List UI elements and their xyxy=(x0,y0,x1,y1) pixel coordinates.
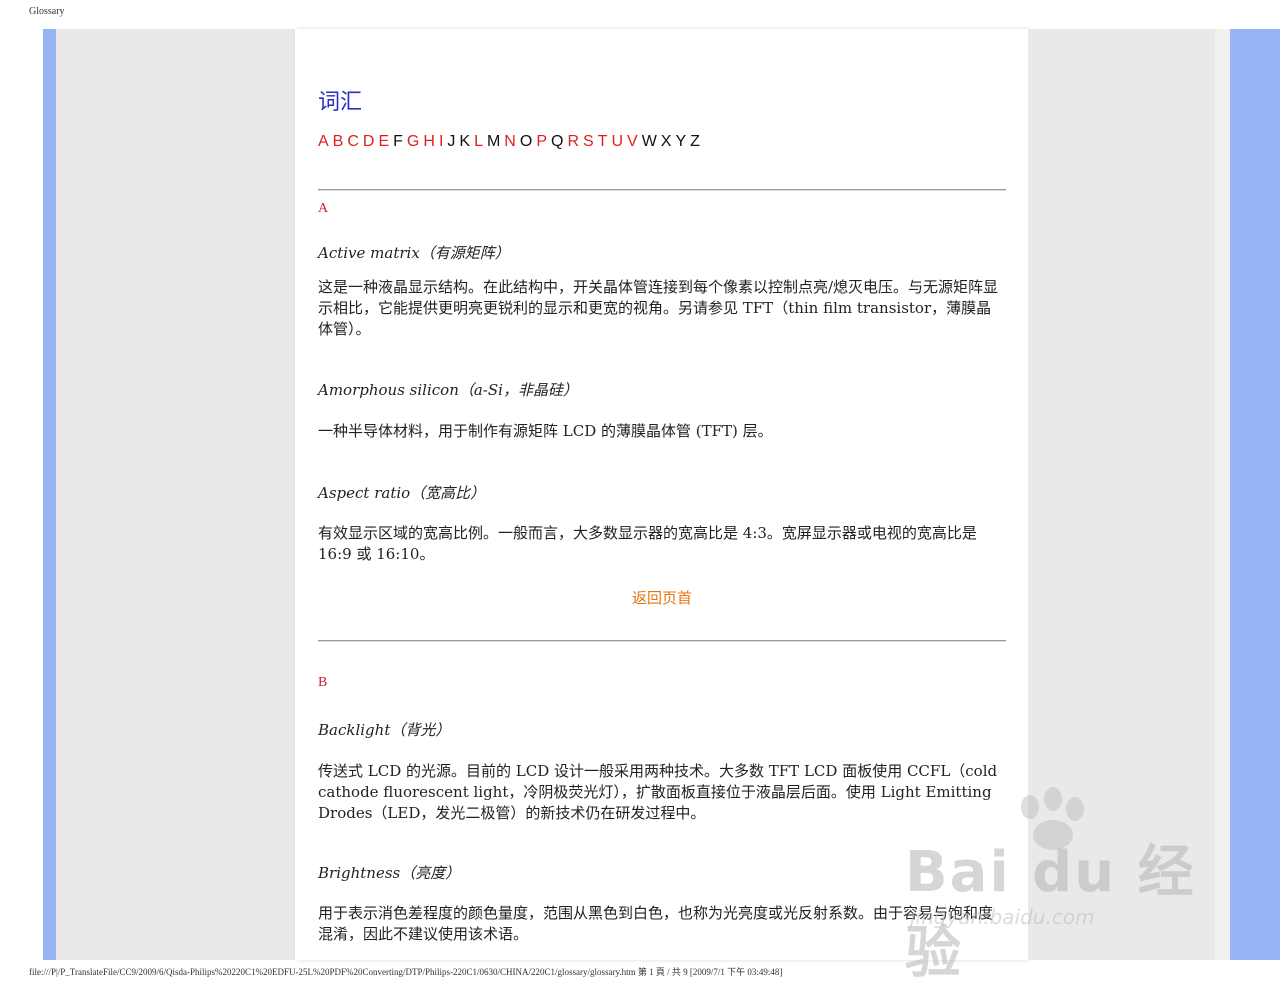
alpha-letter-i[interactable]: I xyxy=(439,133,443,150)
left-gray-panel xyxy=(56,29,295,960)
left-blue-bar xyxy=(43,29,56,960)
print-header: Glossary xyxy=(29,6,65,17)
alpha-letter-x: X xyxy=(660,133,672,150)
print-footer: file:///P|/P_TranslateFile/CC9/2009/6/Qi… xyxy=(29,967,783,977)
right-light-strip xyxy=(1215,29,1230,960)
desc-brightness: 用于表示消色差程度的颜色量度，范围从黑色到白色，也称为光亮度或光反射系数。由于容… xyxy=(318,904,994,943)
alphabet-index: ABCDEFGHIJKLMNOPQRSTUVWXYZ xyxy=(318,133,704,151)
section-divider xyxy=(318,640,1006,642)
desc-aspect-ratio: 有效显示区域的宽高比例。一般而言，大多数显示器的宽高比是 4:3。宽屏显示器或电… xyxy=(318,524,977,563)
right-blue-bar xyxy=(1230,29,1280,960)
alpha-letter-o: O xyxy=(519,133,533,150)
right-gray-panel xyxy=(1028,29,1215,960)
back-to-top-link[interactable]: 返回页首 xyxy=(318,587,1006,608)
alpha-letter-e[interactable]: E xyxy=(378,133,389,150)
term-active-matrix: Active matrix（有源矩阵） xyxy=(318,244,510,262)
alpha-letter-a[interactable]: A xyxy=(318,133,329,150)
alpha-letter-s[interactable]: S xyxy=(583,133,594,150)
alpha-letter-w: W xyxy=(641,133,657,150)
alpha-letter-b[interactable]: B xyxy=(333,133,344,150)
alpha-letter-r[interactable]: R xyxy=(567,133,579,150)
desc-active-matrix: 这是一种液晶显示结构。在此结构中，开关晶体管连接到每个像素以控制点亮/熄灭电压。… xyxy=(318,278,999,338)
alpha-letter-k: K xyxy=(459,133,471,150)
alpha-letter-u[interactable]: U xyxy=(611,133,623,150)
term-backlight: Backlight（背光） xyxy=(318,721,451,739)
alpha-letter-z: Z xyxy=(690,133,700,150)
alpha-letter-q: Q xyxy=(550,133,564,150)
section-divider xyxy=(318,189,1006,191)
alpha-letter-j: J xyxy=(447,133,456,150)
section-letter-b: B xyxy=(318,675,328,690)
term-amorphous-silicon: Amorphous silicon（a-Si，非晶硅） xyxy=(318,381,578,399)
alpha-letter-y: Y xyxy=(675,133,687,150)
desc-backlight: 传送式 LCD 的光源。目前的 LCD 设计一般采用两种技术。大多数 TFT L… xyxy=(318,762,998,822)
desc-amorphous-silicon: 一种半导体材料，用于制作有源矩阵 LCD 的薄膜晶体管 (TFT) 层。 xyxy=(318,422,773,440)
page-title: 词汇 xyxy=(318,90,363,115)
content-panel: 词汇 ABCDEFGHIJKLMNOPQRSTUVWXYZ A Active m… xyxy=(295,29,1028,960)
alpha-letter-h[interactable]: H xyxy=(423,133,435,150)
alpha-letter-p[interactable]: P xyxy=(536,133,547,150)
section-letter-a: A xyxy=(318,201,329,216)
alpha-letter-c[interactable]: C xyxy=(347,133,359,150)
alpha-letter-g[interactable]: G xyxy=(407,133,419,150)
alpha-letter-d[interactable]: D xyxy=(363,133,375,150)
alpha-letter-t[interactable]: T xyxy=(598,133,608,150)
alpha-letter-n[interactable]: N xyxy=(504,133,516,150)
alpha-letter-l[interactable]: L xyxy=(474,133,483,150)
term-aspect-ratio: Aspect ratio（宽高比） xyxy=(318,484,486,502)
alpha-letter-v[interactable]: V xyxy=(627,133,638,150)
alpha-letter-f: F xyxy=(393,133,403,150)
alpha-letter-m: M xyxy=(486,133,501,150)
term-brightness: Brightness（亮度） xyxy=(318,864,461,882)
